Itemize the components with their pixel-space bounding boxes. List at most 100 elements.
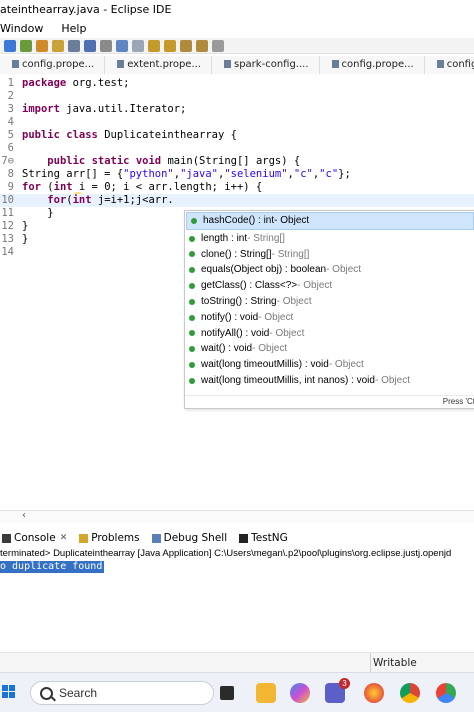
- completion-declaring-type: - Object: [274, 215, 310, 226]
- completion-item[interactable]: toString() : String - Object: [185, 294, 474, 310]
- tab-debug-shell[interactable]: Debug Shell: [150, 530, 237, 546]
- code-line[interactable]: 5 public class Duplicateinthearray {: [0, 129, 474, 142]
- pen-icon[interactable]: [84, 39, 96, 52]
- close-icon[interactable]: ✕: [60, 530, 68, 546]
- code-line[interactable]: 10 for(int j=i+1;j<arr.: [0, 194, 474, 207]
- firefox-icon[interactable]: [364, 683, 384, 703]
- line-number: 14: [1, 246, 14, 258]
- code-text: public static void main(String[] args) {: [22, 155, 300, 168]
- tab-config-1[interactable]: config.prope...: [0, 56, 106, 74]
- folder-icon[interactable]: [36, 39, 48, 52]
- tab-console[interactable]: Console ✕: [0, 530, 77, 546]
- code-token: import: [22, 103, 60, 115]
- completion-signature: equals(Object obj) : boolean: [201, 264, 327, 276]
- tab-extent[interactable]: extent.prope...: [105, 56, 212, 74]
- completion-item[interactable]: hashCode() : int - Object: [186, 212, 474, 230]
- completion-declaring-type: - String[]: [271, 248, 310, 260]
- show-whitespace-icon[interactable]: [100, 39, 112, 52]
- completion-signature: getClass() : Class<?>: [201, 280, 298, 292]
- code-line[interactable]: 1 package org.test;: [0, 77, 474, 90]
- search-tool-icon[interactable]: [68, 39, 80, 52]
- chrome-icon[interactable]: [400, 683, 420, 703]
- windows-start-icon[interactable]: [2, 685, 16, 699]
- menu-window[interactable]: Window: [0, 20, 43, 38]
- popup-footer: Press 'Ct: [442, 397, 474, 406]
- toggle-icon[interactable]: [132, 39, 144, 52]
- completion-item[interactable]: getClass() : Class<?> - Object: [185, 278, 474, 294]
- code-line[interactable]: 4: [0, 116, 474, 129]
- code-token: Duplicateinthearray {: [97, 129, 237, 141]
- taskbar-search-box[interactable]: Search: [30, 681, 214, 705]
- code-token: for: [22, 181, 41, 193]
- code-line[interactable]: 7⊖ public static void main(String[] args…: [0, 155, 474, 168]
- copilot-icon[interactable]: [290, 683, 310, 703]
- line-number: 4: [7, 116, 14, 128]
- pin-icon[interactable]: [212, 39, 224, 52]
- tab-config-2[interactable]: config.prope...: [320, 56, 425, 74]
- build-icon[interactable]: [52, 39, 64, 52]
- tab-spark-config[interactable]: spark-config....: [212, 56, 320, 74]
- completion-item[interactable]: notifyAll() : void - Object: [185, 326, 474, 342]
- code-token: "python": [123, 168, 174, 180]
- code-text: }: [22, 207, 54, 220]
- task-view-icon[interactable]: [220, 686, 234, 700]
- tab-problems[interactable]: Problems: [77, 530, 149, 546]
- code-token: for: [47, 194, 67, 206]
- annotation-icon[interactable]: [148, 39, 160, 52]
- menu-bar: Window Help: [0, 20, 474, 38]
- chrome-profile-icon[interactable]: [436, 683, 456, 703]
- code-token: public: [22, 129, 60, 141]
- menu-help[interactable]: Help: [61, 20, 86, 38]
- code-text: public class Duplicateinthearray {: [22, 129, 237, 142]
- code-text: }: [22, 220, 28, 233]
- completion-item[interactable]: notify() : void - Object: [185, 310, 474, 326]
- code-line[interactable]: 2: [0, 90, 474, 103]
- completion-item[interactable]: wait(long timeoutMillis) : void - Object: [185, 357, 474, 373]
- file-icon: [117, 60, 125, 68]
- code-line[interactable]: 9 for (int i = 0; i < arr.length; i++) {: [0, 181, 474, 194]
- method-icon: [189, 251, 195, 258]
- code-token: };: [338, 168, 351, 180]
- code-token: }: [22, 207, 54, 219]
- code-line[interactable]: 3 import java.util.Iterator;: [0, 103, 474, 116]
- tab-config-3[interactable]: config.prope...: [425, 56, 474, 74]
- popup-footer-bar: [185, 395, 474, 408]
- file-explorer-icon[interactable]: [256, 683, 276, 703]
- tab-testng[interactable]: TestNG: [237, 530, 298, 546]
- console-view-tabs: Console ✕ Problems Debug Shell TestNG: [0, 530, 474, 546]
- code-token: package: [22, 77, 67, 89]
- editor-horizontal-scrollbar[interactable]: ‹: [0, 510, 474, 523]
- completion-item[interactable]: length : int - String[]: [185, 231, 474, 247]
- completion-item[interactable]: wait(long timeoutMillis, int nanos) : vo…: [185, 373, 474, 389]
- code-token: }: [22, 233, 29, 245]
- line-number: 1: [7, 77, 14, 89]
- completion-item[interactable]: clone() : String[] - String[]: [185, 247, 474, 263]
- editor-tabs: config.prope... extent.prope... spark-co…: [0, 56, 474, 75]
- back-icon[interactable]: [180, 39, 192, 52]
- code-line[interactable]: 8 String arr[] = {"python","java","seleni…: [0, 168, 474, 181]
- completion-signature: toString() : String: [201, 295, 277, 307]
- status-bar: Writable: [0, 652, 474, 673]
- method-icon: [189, 330, 195, 337]
- completion-signature: hashCode() : int: [203, 215, 275, 226]
- run-icon[interactable]: [20, 39, 32, 52]
- completion-item[interactable]: equals(Object obj) : boolean - Object: [185, 262, 474, 278]
- code-line[interactable]: 6: [0, 142, 474, 155]
- completion-item[interactable]: wait() : void - Object: [185, 341, 474, 357]
- next-annotation-icon[interactable]: [164, 39, 176, 52]
- tab-label: spark-config....: [234, 59, 309, 70]
- tab-label: config.prope...: [22, 59, 95, 70]
- code-text: }: [22, 233, 28, 246]
- forward-icon[interactable]: [196, 39, 208, 52]
- code-token: "c": [293, 168, 313, 180]
- code-token: i = 0; i < arr.length; i++) {: [72, 181, 263, 193]
- console-output[interactable]: o duplicate found: [0, 561, 105, 573]
- method-icon: [189, 298, 195, 305]
- code-token: String arr[] = {: [22, 168, 124, 180]
- format-icon[interactable]: [116, 39, 128, 52]
- scroll-left-icon[interactable]: ‹: [22, 510, 26, 521]
- search-icon: [40, 687, 53, 700]
- completion-declaring-type: - Object: [328, 359, 364, 371]
- new-icon[interactable]: [4, 39, 16, 52]
